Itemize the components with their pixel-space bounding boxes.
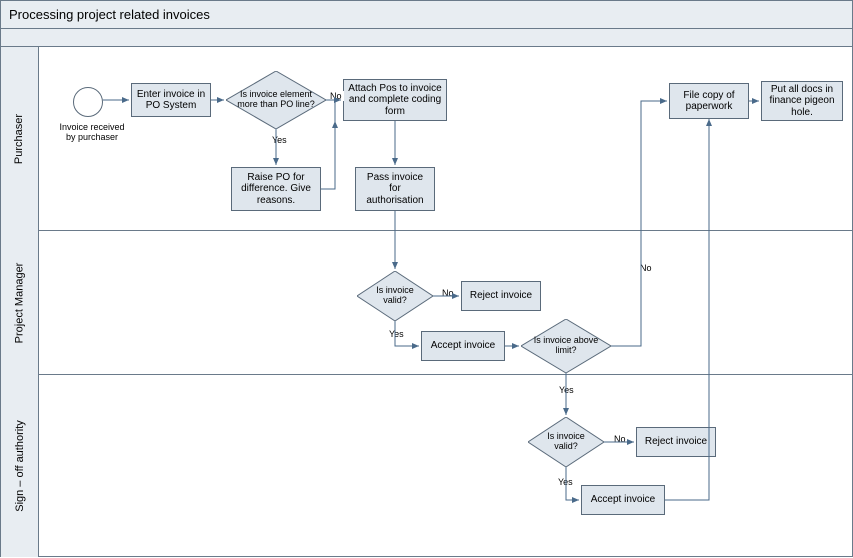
decision-label: Is invoice element more than PO line? [236,77,316,123]
lane-label-text: Sign – off authority [14,420,26,512]
start-event [73,87,103,117]
node-pm-reject: Reject invoice [461,281,541,311]
edge-label-yes: Yes [270,135,289,145]
swimlane-diagram: Processing project related invoices Purc… [0,0,853,557]
node-pass-invoice: Pass invoice for authorisation [355,167,435,211]
lane-purchaser [39,47,852,231]
sub-bar [1,29,852,47]
decision-label: Is invoice valid? [365,281,425,311]
edge-label-no: No [638,263,654,273]
diagram-title: Processing project related invoices [9,7,210,22]
edge-label-no: No [440,288,456,298]
node-so-accept: Accept invoice [581,485,665,515]
node-pm-accept: Accept invoice [421,331,505,361]
edge-label-no: No [612,434,628,444]
start-event-label: Invoice received by purchaser [56,123,128,143]
lane-label-text: Project Manager [14,263,26,344]
edge-label-yes: Yes [557,385,576,395]
decision-label: Is invoice valid? [536,427,596,457]
node-raise-po: Raise PO for difference. Give reasons. [231,167,321,211]
lane-signoff [39,375,852,557]
node-file-copy: File copy of paperwork [669,83,749,119]
node-so-reject: Reject invoice [636,427,716,457]
title-bar: Processing project related invoices [1,1,852,29]
edge-label-yes: Yes [387,329,406,339]
lane-label-project-manager: Project Manager [1,231,39,375]
edge-label-yes: Yes [556,477,575,487]
edge-label-no: No [328,91,344,101]
lane-label-purchaser: Purchaser [1,47,39,231]
lane-label-text: Purchaser [14,114,26,164]
decision-label: Is invoice above limit? [533,331,599,361]
node-attach-pos: Attach Pos to invoice and complete codin… [343,79,447,121]
node-enter-invoice: Enter invoice in PO System [131,83,211,117]
lane-label-signoff: Sign – off authority [1,375,39,557]
node-put-all-docs: Put all docs in finance pigeon hole. [761,81,843,121]
